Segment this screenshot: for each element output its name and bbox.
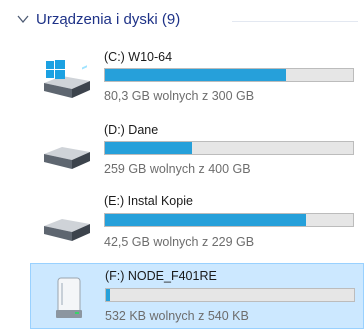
drive-free-space: 259 GB wolnych z 400 GB <box>104 162 251 176</box>
drive-name: (C:) W10-64 <box>104 50 173 64</box>
hard-drive-icon <box>44 147 90 169</box>
drive-usage-fill <box>105 214 306 226</box>
group-title: Urządzenia i dyski (9) <box>36 11 181 28</box>
hard-drive-icon <box>44 219 90 241</box>
removable-drive-icon <box>56 277 82 318</box>
drive-free-space: 532 KB wolnych z 540 KB <box>105 309 249 323</box>
drive-usage-bar <box>104 213 354 227</box>
drive-usage-bar <box>104 141 354 155</box>
drive-name: (D:) Dane <box>104 123 159 137</box>
drive-item-d[interactable]: (D:) Dane 259 GB wolnych z 400 GB <box>30 115 364 181</box>
drive-item-e[interactable]: (E:) Instal Kopie 42,5 GB wolnych z 229 … <box>30 187 364 253</box>
drive-free-space: 42,5 GB wolnych z 229 GB <box>104 235 255 249</box>
group-divider <box>232 21 358 22</box>
drive-free-space: 80,3 GB wolnych z 300 GB <box>104 89 255 103</box>
drive-usage-fill <box>106 289 110 301</box>
drive-item-c[interactable]: (C:) W10-64 80,3 GB wolnych z 300 GB <box>30 44 364 110</box>
chevron-down-icon[interactable] <box>17 14 29 24</box>
drive-name: (F:) NODE_F401RE <box>105 269 217 283</box>
system-drive-icon <box>44 60 90 98</box>
drive-item-f[interactable]: (F:) NODE_F401RE 532 KB wolnych z 540 KB <box>30 263 364 329</box>
drive-usage-bar <box>104 68 354 82</box>
drive-name: (E:) Instal Kopie <box>104 194 193 208</box>
drive-usage-fill <box>105 69 287 81</box>
drive-usage-fill <box>105 142 192 154</box>
group-header-devices[interactable]: Urządzenia i dyski (9) <box>0 0 364 42</box>
drive-usage-bar <box>105 288 355 302</box>
